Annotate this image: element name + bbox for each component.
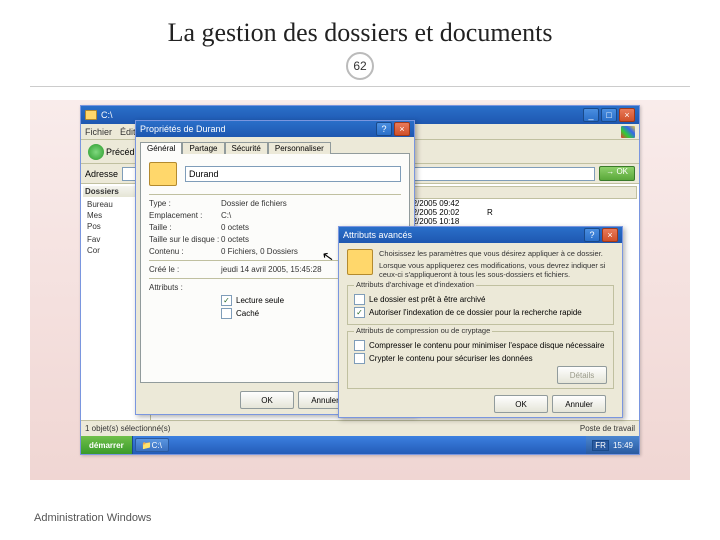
group-label: Attributs d'archivage et d'indexation [354,280,476,289]
label-size: Taille : [149,223,221,232]
tab-partage[interactable]: Partage [182,142,224,154]
status-bar: 1 objet(s) sélectionné(s) Poste de trava… [81,420,639,436]
checkbox-encrypt[interactable] [354,353,365,364]
help-button[interactable]: ? [584,228,600,242]
label-size-on-disk: Taille sur le disque : [149,235,221,244]
checkbox-index[interactable]: ✓ [354,307,365,318]
label-hidden: Caché [236,309,259,318]
clock: 15:49 [613,441,633,450]
go-button[interactable]: → OK [599,166,635,181]
advanced-titlebar[interactable]: Attributs avancés ? × [339,227,622,243]
slide-footer: Administration Windows [34,512,151,524]
status-left: 1 objet(s) sélectionné(s) [85,424,170,433]
details-button[interactable]: Détails [557,366,607,384]
properties-title: Propriétés de Durand [140,124,226,134]
value-size-on-disk: 0 octets [221,235,249,244]
label-attributes: Attributs : [149,283,221,292]
tab-securite[interactable]: Sécurité [225,142,268,154]
folder-icon [85,110,97,120]
ok-button[interactable]: OK [494,395,548,413]
tab-personnaliser[interactable]: Personnaliser [268,142,331,154]
divider [30,86,690,87]
windows-logo-icon [621,126,635,138]
checkbox-readonly[interactable]: ✓ [221,295,232,306]
system-tray: FR 15:49 [586,436,639,454]
value-location: C:\ [221,211,231,220]
checkbox-archive[interactable] [354,294,365,305]
status-right: Poste de travail [580,424,635,433]
group-compress-encrypt: Attributs de compression ou de cryptage … [347,331,614,389]
properties-titlebar[interactable]: Propriétés de Durand ? × [136,121,414,137]
advanced-intro: Choisissez les paramètres que vous désir… [379,249,614,279]
checkbox-hidden[interactable] [221,308,232,319]
slide-number-badge: 62 [346,52,374,80]
advanced-title: Attributs avancés [343,230,412,240]
slide-title: La gestion des dossiers et documents [0,0,720,52]
ok-button[interactable]: OK [240,391,294,409]
advanced-attributes-dialog: Attributs avancés ? × Choisissez les par… [338,226,623,418]
label-compress: Compresser le contenu pour minimiser l'e… [369,341,604,350]
label-created: Créé le : [149,265,221,274]
value-contents: 0 Fichiers, 0 Dossiers [221,247,298,256]
value-created: jeudi 14 avril 2005, 15:45:28 [221,265,322,274]
close-button[interactable]: × [394,122,410,136]
start-button[interactable]: démarrer [81,436,133,454]
back-icon [88,144,104,160]
label-location: Emplacement : [149,211,221,220]
minimize-button[interactable]: _ [583,108,599,122]
label-type: Type : [149,199,221,208]
taskbar-item[interactable]: 📁 C:\ [135,438,169,452]
taskbar: démarrer 📁 C:\ FR 15:49 [81,436,639,454]
tab-strip: Général Partage Sécurité Personnaliser [136,137,414,153]
cancel-button[interactable]: Annuler [552,395,606,413]
menu-fichier[interactable]: Fichier [85,127,112,137]
explorer-title: C:\ [101,110,113,120]
close-button[interactable]: × [602,228,618,242]
label-encrypt: Crypter le contenu pour sécuriser les do… [369,354,533,363]
tab-general[interactable]: Général [140,142,182,154]
value-size: 0 octets [221,223,249,232]
close-button[interactable]: × [619,108,635,122]
value-type: Dossier de fichiers [221,199,287,208]
group-label: Attributs de compression ou de cryptage [354,326,492,335]
label-archive: Le dossier est prêt à être archivé [369,295,486,304]
folder-name-input[interactable] [185,166,401,182]
language-indicator[interactable]: FR [592,440,609,451]
help-button[interactable]: ? [376,122,392,136]
label-index: Autoriser l'indexation de ce dossier pou… [369,308,582,317]
group-archive-index: Attributs d'archivage et d'indexation Le… [347,285,614,325]
checkbox-compress[interactable] [354,340,365,351]
folder-settings-icon [347,249,373,275]
maximize-button[interactable]: □ [601,108,617,122]
label-readonly: Lecture seule [236,296,284,305]
folder-icon [149,162,177,186]
address-label: Adresse [85,169,118,179]
label-contents: Contenu : [149,247,221,256]
